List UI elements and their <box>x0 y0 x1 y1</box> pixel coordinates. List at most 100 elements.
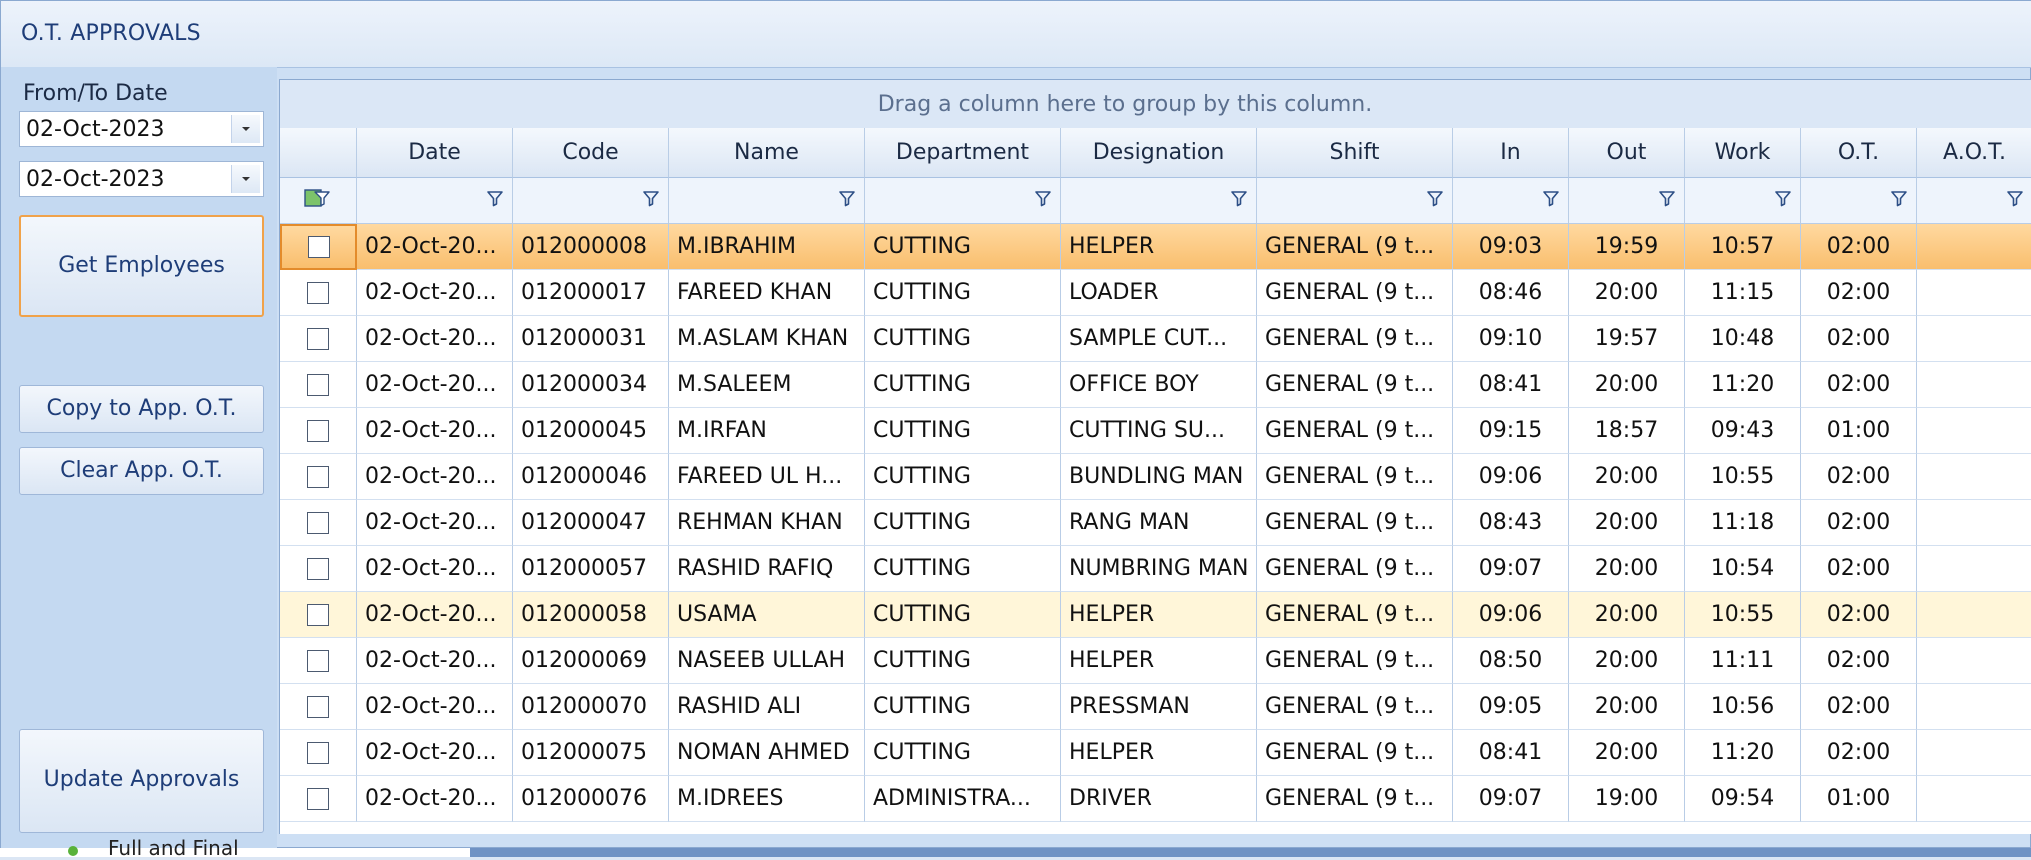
group-by-panel[interactable]: Drag a column here to group by this colu… <box>280 80 2031 129</box>
table-row[interactable]: 02-Oct-20... 012000017 FAREED KHAN CUTTING L… <box>280 270 2031 316</box>
cell-work[interactable]: 10:55 <box>1685 592 1801 638</box>
cell-department[interactable]: CUTTING <box>865 224 1061 270</box>
cell-code[interactable]: 012000057 <box>513 546 669 592</box>
cell-work[interactable]: 10:48 <box>1685 316 1801 362</box>
cell-in[interactable]: 08:41 <box>1453 730 1569 776</box>
table-row[interactable]: 02-Oct-20... 012000075 NOMAN AHMED CUTTING H… <box>280 730 2031 776</box>
to-date-picker[interactable]: 02-Oct-2023 <box>19 161 264 197</box>
cell-name[interactable]: FAREED UL H... <box>669 454 865 500</box>
update-approvals-button[interactable]: Update Approvals <box>19 729 264 833</box>
cell-designation[interactable]: OFFICE BOY <box>1061 362 1257 408</box>
cell-aot[interactable] <box>1917 316 2031 362</box>
cell-shift[interactable]: GENERAL (9 t... <box>1257 362 1453 408</box>
cell-code[interactable]: 012000034 <box>513 362 669 408</box>
column-header-shift[interactable]: Shift <box>1257 128 1453 178</box>
row-checkbox[interactable] <box>307 649 329 672</box>
filter-funnel-icon[interactable] <box>486 188 504 213</box>
column-header-date[interactable]: Date <box>357 128 513 178</box>
cell-work[interactable]: 10:54 <box>1685 546 1801 592</box>
cell-shift[interactable]: GENERAL (9 t... <box>1257 592 1453 638</box>
cell-department[interactable]: CUTTING <box>865 362 1061 408</box>
cell-name[interactable]: USAMA <box>669 592 865 638</box>
cell-work[interactable]: 10:57 <box>1685 224 1801 270</box>
cell-shift[interactable]: GENERAL (9 t... <box>1257 546 1453 592</box>
table-row[interactable]: 02-Oct-20... 012000008 M.IBRAHIM CUTTING HEL… <box>280 224 2031 270</box>
cell-designation[interactable]: CUTTING SU... <box>1061 408 1257 454</box>
cell-date[interactable]: 02-Oct-20... <box>357 638 513 684</box>
row-checkbox[interactable] <box>307 603 329 626</box>
row-checkbox[interactable] <box>307 557 329 580</box>
filter-cell-shift[interactable] <box>1257 178 1453 224</box>
cell-in[interactable]: 08:46 <box>1453 270 1569 316</box>
cell-name[interactable]: M.ASLAM KHAN <box>669 316 865 362</box>
cell-designation[interactable]: SAMPLE CUT... <box>1061 316 1257 362</box>
filter-cell-aot[interactable] <box>1917 178 2031 224</box>
cell-out[interactable]: 20:00 <box>1569 362 1685 408</box>
filter-funnel-icon[interactable] <box>1230 188 1248 213</box>
cell-code[interactable]: 012000070 <box>513 684 669 730</box>
cell-code[interactable]: 012000076 <box>513 776 669 822</box>
filter-funnel-icon[interactable] <box>1774 188 1792 213</box>
cell-name[interactable]: M.IBRAHIM <box>669 224 865 270</box>
cell-shift[interactable]: GENERAL (9 t... <box>1257 776 1453 822</box>
cell-date[interactable]: 02-Oct-20... <box>357 224 513 270</box>
cell-shift[interactable]: GENERAL (9 t... <box>1257 500 1453 546</box>
cell-aot[interactable] <box>1917 546 2031 592</box>
cell-designation[interactable]: BUNDLING MAN <box>1061 454 1257 500</box>
filter-funnel-icon[interactable] <box>642 188 660 213</box>
row-select-cell[interactable] <box>280 408 357 454</box>
column-header-designation[interactable]: Designation <box>1061 128 1257 178</box>
table-row[interactable]: 02-Oct-20... 012000058 USAMA CUTTING HELPER G… <box>280 592 2031 638</box>
cell-name[interactable]: M.SALEEM <box>669 362 865 408</box>
cell-in[interactable]: 09:10 <box>1453 316 1569 362</box>
cell-work[interactable]: 09:43 <box>1685 408 1801 454</box>
table-row[interactable]: 02-Oct-20... 012000034 M.SALEEM CUTTING OFFI… <box>280 362 2031 408</box>
cell-ot[interactable]: 02:00 <box>1801 224 1917 270</box>
cell-department[interactable]: CUTTING <box>865 684 1061 730</box>
cell-department[interactable]: CUTTING <box>865 270 1061 316</box>
cell-designation[interactable]: HELPER <box>1061 224 1257 270</box>
cell-date[interactable]: 02-Oct-20... <box>357 316 513 362</box>
table-row[interactable]: 02-Oct-20... 012000045 M.IRFAN CUTTING CUTTI… <box>280 408 2031 454</box>
table-row[interactable]: 02-Oct-20... 012000070 RASHID ALI CUTTING PR… <box>280 684 2031 730</box>
cell-department[interactable]: CUTTING <box>865 316 1061 362</box>
cell-ot[interactable]: 02:00 <box>1801 454 1917 500</box>
copy-to-app-ot-button[interactable]: Copy to App. O.T. <box>19 385 264 433</box>
cell-department[interactable]: CUTTING <box>865 546 1061 592</box>
cell-in[interactable]: 08:43 <box>1453 500 1569 546</box>
filter-funnel-icon[interactable] <box>1426 188 1444 213</box>
from-date-picker[interactable]: 02-Oct-2023 <box>19 111 264 147</box>
cell-code[interactable]: 012000031 <box>513 316 669 362</box>
cell-date[interactable]: 02-Oct-20... <box>357 270 513 316</box>
row-checkbox[interactable] <box>307 327 329 350</box>
cell-name[interactable]: FAREED KHAN <box>669 270 865 316</box>
tree-item-label[interactable]: Full and Final <box>108 836 239 860</box>
cell-work[interactable]: 11:15 <box>1685 270 1801 316</box>
cell-aot[interactable] <box>1917 730 2031 776</box>
cell-work[interactable]: 10:56 <box>1685 684 1801 730</box>
row-checkbox[interactable] <box>307 373 329 396</box>
cell-work[interactable]: 11:18 <box>1685 500 1801 546</box>
cell-designation[interactable]: PRESSMAN <box>1061 684 1257 730</box>
cell-in[interactable]: 09:06 <box>1453 454 1569 500</box>
row-checkbox[interactable] <box>307 741 329 764</box>
cell-department[interactable]: CUTTING <box>865 454 1061 500</box>
row-checkbox[interactable] <box>307 419 329 442</box>
header-select-column[interactable] <box>280 128 357 178</box>
cell-date[interactable]: 02-Oct-20... <box>357 500 513 546</box>
row-checkbox[interactable] <box>307 787 329 810</box>
column-header-aot[interactable]: A.O.T. <box>1917 128 2031 178</box>
cell-aot[interactable] <box>1917 454 2031 500</box>
table-row[interactable]: 02-Oct-20... 012000031 M.ASLAM KHAN CUTTING… <box>280 316 2031 362</box>
cell-code[interactable]: 012000075 <box>513 730 669 776</box>
cell-in[interactable]: 09:03 <box>1453 224 1569 270</box>
cell-department[interactable]: CUTTING <box>865 638 1061 684</box>
cell-code[interactable]: 012000017 <box>513 270 669 316</box>
cell-ot[interactable]: 02:00 <box>1801 500 1917 546</box>
filter-cell-designation[interactable] <box>1061 178 1257 224</box>
row-select-cell[interactable] <box>280 224 357 270</box>
column-header-code[interactable]: Code <box>513 128 669 178</box>
cell-designation[interactable]: HELPER <box>1061 638 1257 684</box>
cell-ot[interactable]: 02:00 <box>1801 638 1917 684</box>
column-header-name[interactable]: Name <box>669 128 865 178</box>
